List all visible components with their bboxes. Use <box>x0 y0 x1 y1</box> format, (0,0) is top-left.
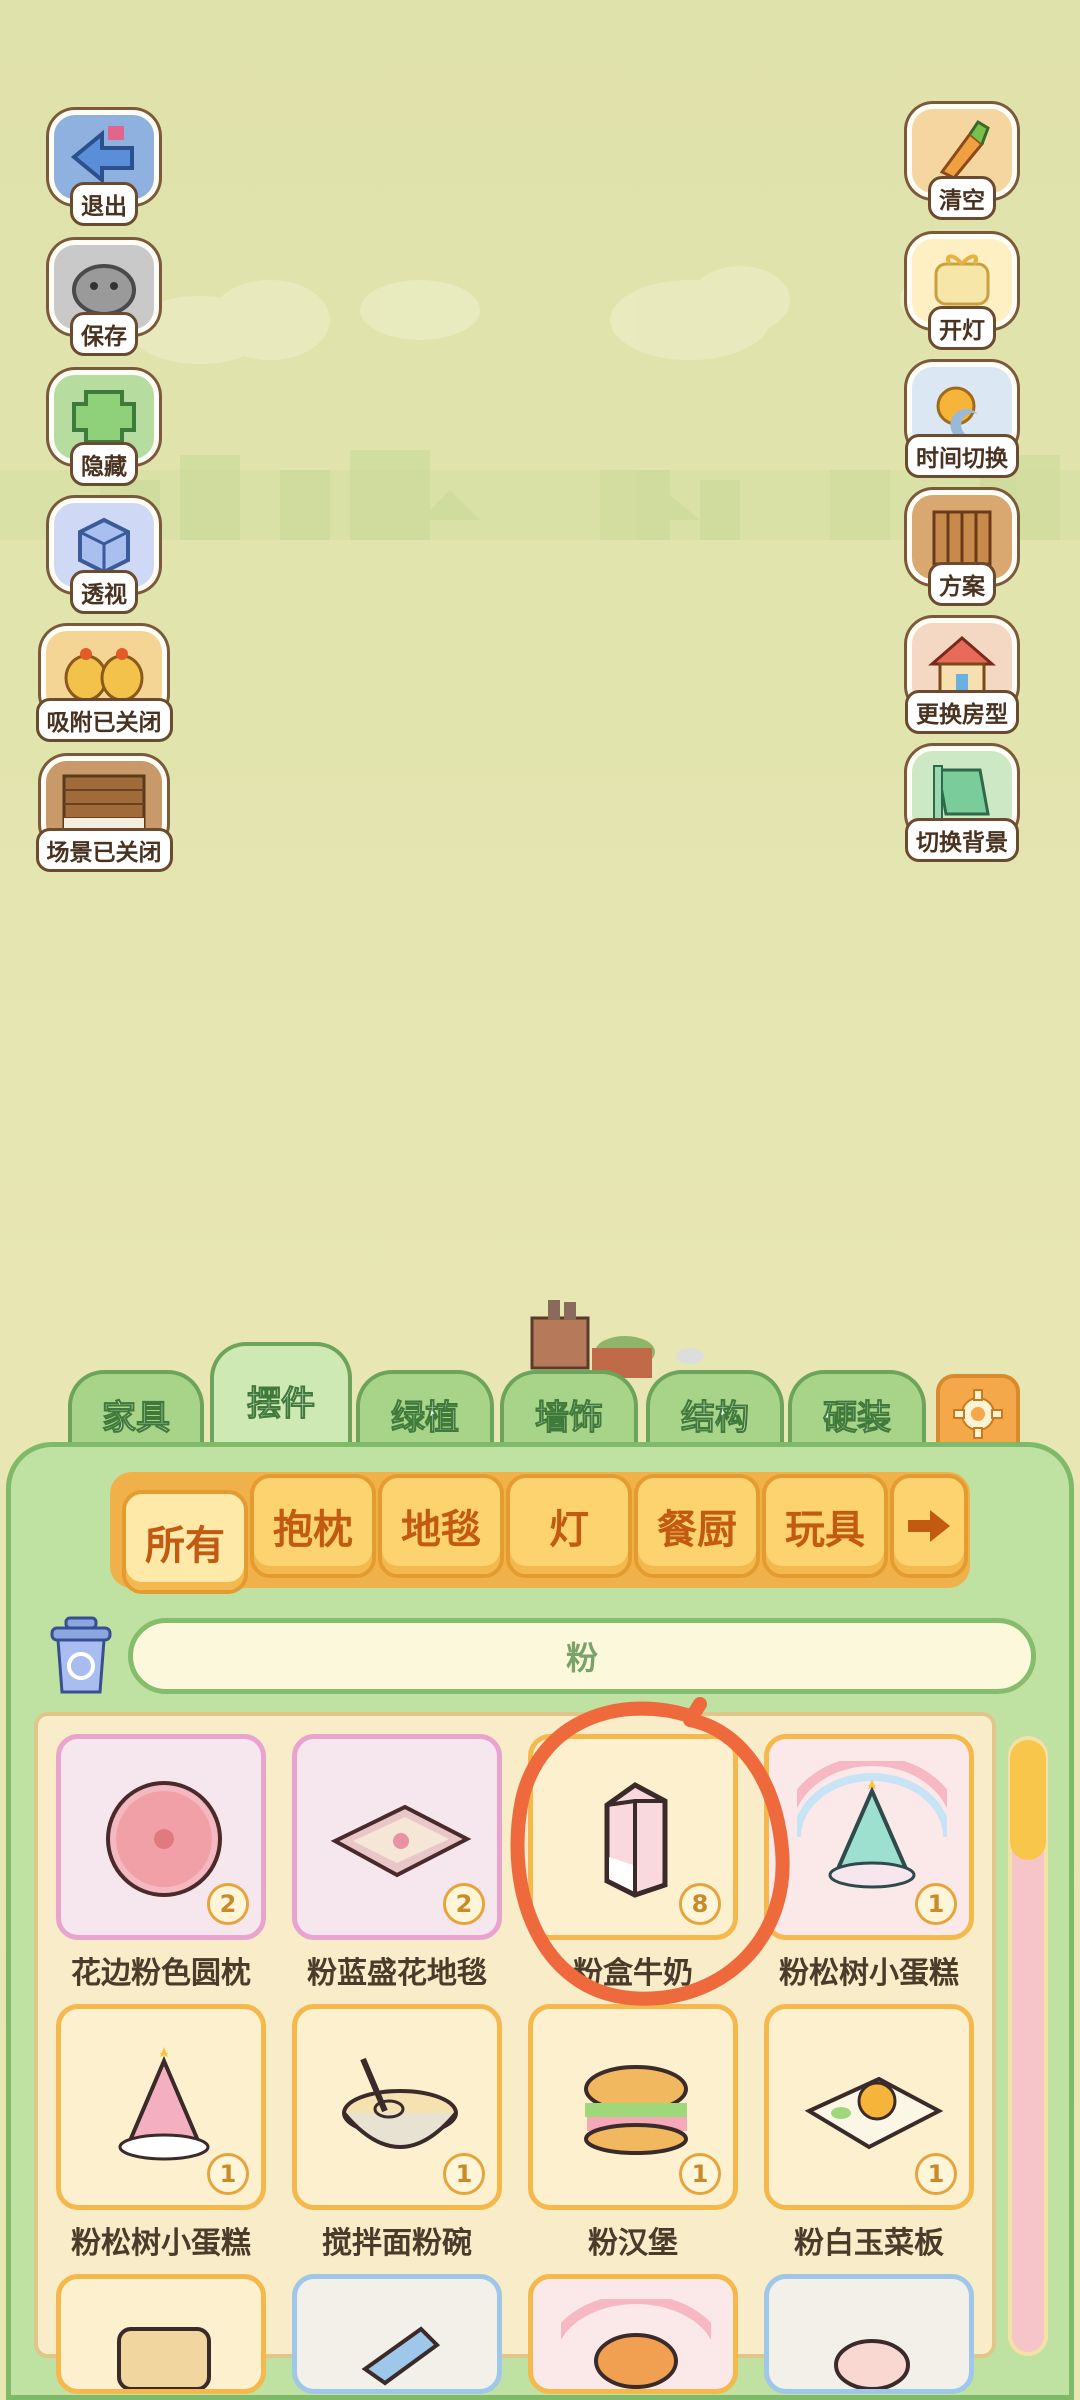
clear-label: 清空 <box>928 176 996 220</box>
search-input[interactable]: 粉 <box>128 1618 1036 1694</box>
subtab-rugs[interactable]: 地毯 <box>378 1474 504 1578</box>
tab-wall-decor-label: 墙饰 <box>535 1397 604 1438</box>
item-count-badge: 2 <box>443 1883 485 1925</box>
item-count-badge: 2 <box>207 1883 249 1925</box>
tab-ornaments[interactable]: 摆件 <box>210 1342 352 1454</box>
grid-item[interactable]: 8 粉盒牛奶 <box>528 1734 738 1996</box>
subtab-rugs-label: 地毯 <box>401 1507 481 1553</box>
plan-button[interactable]: 方案 <box>900 490 1024 606</box>
hide-label: 隐藏 <box>70 442 138 486</box>
subtab-pillows[interactable]: 抱枕 <box>250 1474 376 1578</box>
grid-item[interactable]: 1 搅拌面粉碗 <box>292 2004 502 2266</box>
grid-item[interactable]: 1 粉汉堡 <box>528 2004 738 2266</box>
change-background-button[interactable]: 切换背景 <box>896 746 1028 862</box>
light-label: 开灯 <box>928 306 996 350</box>
item-name: 粉白玉菜板 <box>794 2226 944 2261</box>
item-card: 1 <box>528 2004 738 2210</box>
snap-toggle-button[interactable]: 吸附已关闭 <box>34 626 174 742</box>
tab-ornaments-label: 摆件 <box>247 1383 316 1424</box>
snap-toggle-label: 吸附已关闭 <box>35 698 173 742</box>
scrollbar-thumb[interactable] <box>1010 1740 1046 1860</box>
subtab-all-label: 所有 <box>145 1523 225 1569</box>
item-card: 2 <box>56 1734 266 1940</box>
recycle-bin-icon <box>50 1616 112 1694</box>
item-card <box>56 2274 266 2394</box>
item-name: 粉汉堡 <box>588 2226 678 2261</box>
subtab-lamps[interactable]: 灯 <box>506 1474 632 1578</box>
item-name: 粉松树小蛋糕 <box>71 2226 251 2261</box>
hide-button[interactable]: 隐藏 <box>42 370 166 486</box>
item-count-badge: 8 <box>679 1883 721 1925</box>
bread-item-icon <box>561 2299 711 2389</box>
recycle-bin-button[interactable] <box>48 1616 114 1696</box>
subtab-lamps-label: 灯 <box>549 1507 589 1553</box>
item-card: 1 <box>56 2004 266 2210</box>
item-name: 粉盒牛奶 <box>573 1956 693 1991</box>
item-card: 1 <box>292 2004 502 2210</box>
gear-icon <box>953 1389 1003 1439</box>
subtab-toys[interactable]: 玩具 <box>762 1474 888 1578</box>
arrow-right-icon <box>908 1510 950 1542</box>
grid-item[interactable] <box>764 2274 974 2394</box>
item-card <box>528 2274 738 2394</box>
shell-item-icon <box>834 2339 910 2389</box>
item-card: 2 <box>292 1734 502 1940</box>
item-card <box>292 2274 502 2394</box>
subtab-toys-label: 玩具 <box>785 1507 865 1553</box>
change-background-label: 切换背景 <box>905 818 1019 862</box>
grid-item[interactable] <box>56 2274 266 2394</box>
tab-furniture-label: 家具 <box>102 1397 171 1438</box>
grid-item[interactable] <box>528 2274 738 2394</box>
time-switch-button[interactable]: 时间切换 <box>896 362 1028 478</box>
subtab-kitchen[interactable]: 餐厨 <box>634 1474 760 1578</box>
change-room-button[interactable]: 更换房型 <box>896 618 1028 734</box>
item-name: 搅拌面粉碗 <box>322 2226 472 2261</box>
item-name: 花边粉色圆枕 <box>71 1956 251 1991</box>
item-count-badge: 1 <box>443 2153 485 2195</box>
item-count-badge: 1 <box>207 2153 249 2195</box>
tab-plants-label: 绿植 <box>391 1397 460 1438</box>
plan-label: 方案 <box>928 562 996 606</box>
time-switch-label: 时间切换 <box>905 434 1019 478</box>
item-card: 1 <box>764 1734 974 1940</box>
scene-toggle-button[interactable]: 场景已关闭 <box>34 756 174 872</box>
item-name: 粉松树小蛋糕 <box>779 1956 959 1991</box>
grid-item[interactable]: 1 粉松树小蛋糕 <box>764 1734 974 1996</box>
subtab-pillows-label: 抱枕 <box>273 1507 353 1553</box>
striped-item-icon <box>361 2326 441 2386</box>
tab-structure-label: 结构 <box>681 1397 750 1438</box>
save-button[interactable]: 保存 <box>42 240 166 356</box>
item-name: 粉蓝盛花地毯 <box>307 1956 487 1991</box>
save-label: 保存 <box>70 312 138 356</box>
perspective-button[interactable]: 透视 <box>42 498 166 614</box>
grid-item[interactable]: 1 粉白玉菜板 <box>764 2004 974 2266</box>
exit-button[interactable]: 退出 <box>42 110 166 226</box>
clear-button[interactable]: 清空 <box>900 104 1024 220</box>
change-room-label: 更换房型 <box>905 690 1019 734</box>
search-value: 粉 <box>565 1639 598 1677</box>
item-card: 8 <box>528 1734 738 1940</box>
house-chimney-decoration <box>530 1300 704 1378</box>
grid-item[interactable] <box>292 2274 502 2394</box>
light-button[interactable]: 开灯 <box>900 234 1024 350</box>
item-count-badge: 1 <box>679 2153 721 2195</box>
subtab-more-button[interactable] <box>890 1474 968 1578</box>
subtab-all[interactable]: 所有 <box>122 1490 248 1594</box>
grid-item[interactable]: 2 花边粉色圆枕 <box>56 1734 266 1996</box>
item-count-badge: 1 <box>915 2153 957 2195</box>
cushion-item-icon <box>117 2327 211 2389</box>
grid-item[interactable]: 1 粉松树小蛋糕 <box>56 2004 266 2266</box>
subtab-kitchen-label: 餐厨 <box>657 1507 737 1553</box>
tab-hardware-label: 硬装 <box>823 1397 892 1438</box>
perspective-label: 透视 <box>70 570 138 614</box>
scene-toggle-label: 场景已关闭 <box>35 828 173 872</box>
item-count-badge: 1 <box>915 1883 957 1925</box>
item-card <box>764 2274 974 2394</box>
item-card: 1 <box>764 2004 974 2210</box>
grid-item[interactable]: 2 粉蓝盛花地毯 <box>292 1734 502 1996</box>
exit-label: 退出 <box>70 182 138 226</box>
